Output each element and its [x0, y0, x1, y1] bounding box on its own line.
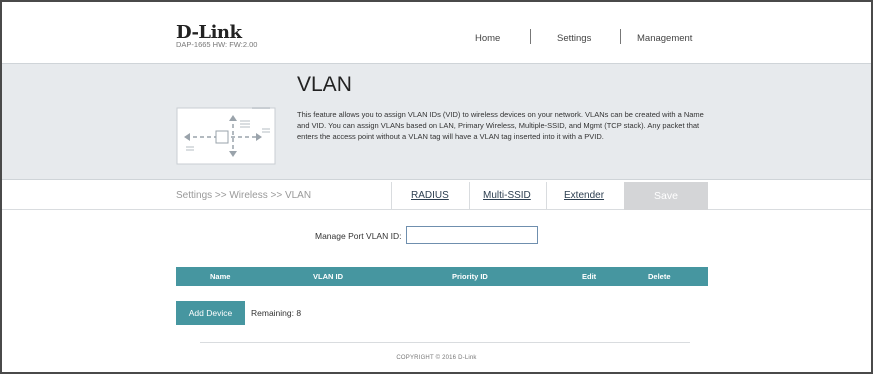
column-header-priority-id: Priority ID: [452, 272, 488, 281]
page-description: This feature allows you to assign VLAN I…: [297, 110, 704, 141]
nav-divider: [620, 29, 621, 44]
remaining-count: Remaining: 8: [251, 308, 302, 318]
port-vlan-id-input[interactable]: [406, 226, 538, 244]
nav-management[interactable]: Management: [637, 33, 692, 44]
page-title: VLAN: [297, 73, 352, 96]
subnav-divider: [391, 182, 392, 210]
subnav-divider: [546, 182, 547, 210]
save-button[interactable]: Save: [624, 182, 708, 210]
tab-extender[interactable]: Extender: [564, 190, 604, 201]
vlan-table-header: [176, 267, 708, 286]
footer-divider: [200, 342, 690, 343]
port-vlan-label: Manage Port VLAN ID:: [315, 231, 402, 241]
model-info: DAP-1665 HW: FW:2.00: [176, 40, 258, 49]
column-header-vlan-id: VLAN ID: [313, 272, 343, 281]
copyright-text: COPYRIGHT © 2016 D-Link: [396, 355, 477, 361]
tab-multi-ssid[interactable]: Multi-SSID: [483, 190, 531, 201]
tab-radius[interactable]: RADIUS: [411, 190, 449, 201]
nav-divider: [530, 29, 531, 44]
breadcrumb: Settings >> Wireless >> VLAN: [176, 190, 312, 201]
column-header-edit: Edit: [582, 272, 597, 281]
subnav-divider: [469, 182, 470, 210]
nav-home[interactable]: Home: [475, 33, 500, 44]
nav-settings[interactable]: Settings: [557, 33, 591, 44]
add-device-button[interactable]: Add Device: [176, 301, 245, 325]
column-header-delete: Delete: [648, 272, 671, 281]
column-header-name: Name: [210, 272, 231, 281]
vlan-network-diagram-icon: [176, 107, 276, 165]
